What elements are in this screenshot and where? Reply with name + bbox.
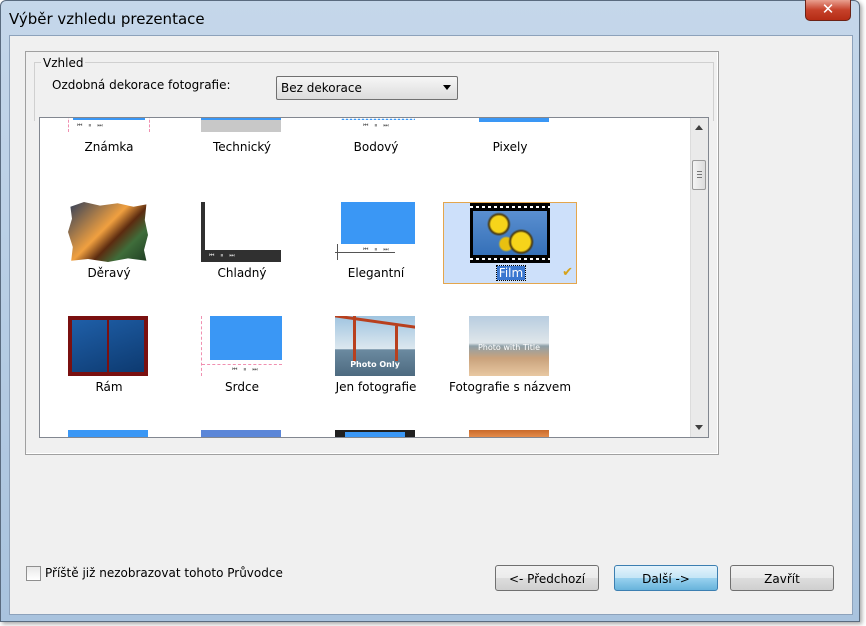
dont-show-again-checkbox[interactable] bbox=[26, 566, 41, 581]
bodovy-thumbnail: ⏮ ⏸ ⏭ bbox=[335, 118, 415, 132]
appearance-panel: Vzhled Ozdobná dekorace fotografie: Bez … bbox=[25, 51, 719, 455]
style-item-deravy[interactable]: Děravý bbox=[42, 202, 176, 284]
style-label: Děravý bbox=[87, 266, 131, 280]
chladny-thumbnail: ⏮ ⏸ ⏭ bbox=[201, 202, 281, 262]
style-item-ram[interactable]: Rám bbox=[42, 316, 176, 398]
gallery-partial-thumbnail bbox=[335, 430, 415, 437]
player-controls: ⏮ ⏸ ⏭ bbox=[363, 246, 391, 253]
style-gallery[interactable]: ⏮ ⏸ ⏭ Známka Technický ⏮ ⏸ ⏭ Bodový Pixe… bbox=[39, 117, 709, 438]
style-label: Bodový bbox=[353, 140, 399, 154]
elegantni-thumbnail: ⏮ ⏸ ⏭ bbox=[335, 202, 415, 262]
style-label: Jen fotografie bbox=[335, 380, 417, 394]
style-item-elegantni[interactable]: ⏮ ⏸ ⏭ Elegantní bbox=[309, 202, 443, 284]
style-label: Elegantní bbox=[347, 266, 405, 280]
player-controls: ⏮ ⏸ ⏭ bbox=[209, 252, 237, 259]
style-item-pixely[interactable]: Pixely bbox=[443, 118, 577, 188]
style-item-technicky[interactable]: Technický bbox=[175, 118, 309, 188]
style-item-fotografie-s-nazvem[interactable]: Photo with Title Fotografie s názvem bbox=[443, 316, 577, 398]
style-label: Chladný bbox=[217, 266, 267, 280]
gallery-partial-thumbnail bbox=[201, 430, 281, 437]
thumbnail-caption: Photo Only bbox=[350, 360, 400, 369]
style-item-srdce[interactable]: ⏮ ⏸ ⏭ Srdce bbox=[175, 316, 309, 398]
style-label: Známka bbox=[84, 140, 134, 154]
next-button[interactable]: Další -> bbox=[614, 565, 718, 591]
title-bar[interactable]: Výběr vzhledu prezentace ✕ bbox=[1, 0, 859, 35]
style-label: Pixely bbox=[492, 140, 528, 154]
dont-show-again-label[interactable]: Příště již nezobrazovat tohoto Průvodce bbox=[45, 566, 283, 580]
gallery-partial-thumbnail bbox=[469, 430, 549, 437]
style-label: Film bbox=[495, 265, 527, 281]
style-label: Fotografie s názvem bbox=[448, 380, 572, 394]
dialog-client: Vzhled Ozdobná dekorace fotografie: Bez … bbox=[9, 35, 853, 615]
chevron-down-icon bbox=[443, 85, 451, 90]
technicky-thumbnail bbox=[201, 118, 281, 132]
ram-thumbnail bbox=[68, 316, 148, 376]
fotografie-s-nazvem-thumbnail: Photo with Title bbox=[469, 316, 549, 376]
gallery-scrollbar[interactable] bbox=[690, 118, 708, 437]
style-item-film[interactable]: Film ✔ bbox=[443, 202, 577, 284]
style-item-bodovy[interactable]: ⏮ ⏸ ⏭ Bodový bbox=[309, 118, 443, 188]
decoration-select[interactable]: Bez dekorace bbox=[276, 76, 458, 100]
player-controls: ⏮ ⏸ ⏭ bbox=[363, 122, 391, 129]
player-controls: ⏮ ⏸ ⏭ bbox=[232, 366, 260, 373]
znamka-thumbnail: ⏮ ⏸ ⏭ bbox=[68, 118, 150, 132]
checkmark-icon: ✔ bbox=[562, 265, 573, 280]
gallery-partial-thumbnail bbox=[68, 430, 148, 437]
style-label: Srdce bbox=[225, 380, 259, 394]
dialog-window: Výběr vzhledu prezentace ✕ Vzhled Ozdobn… bbox=[0, 0, 860, 622]
group-label: Vzhled bbox=[41, 56, 86, 70]
window-title: Výběr vzhledu prezentace bbox=[9, 10, 205, 28]
scroll-up-icon[interactable] bbox=[695, 125, 703, 130]
style-label: Rám bbox=[95, 380, 123, 394]
style-label: Technický bbox=[212, 140, 272, 154]
previous-button[interactable]: <- Předchozí bbox=[495, 565, 599, 591]
close-button[interactable]: Zavřít bbox=[730, 565, 834, 591]
close-window-button[interactable]: ✕ bbox=[805, 0, 851, 21]
player-controls: ⏮ ⏸ ⏭ bbox=[77, 122, 105, 129]
decoration-label: Ozdobná dekorace fotografie: bbox=[52, 78, 231, 92]
decoration-select-value: Bez dekorace bbox=[281, 81, 362, 95]
srdce-thumbnail: ⏮ ⏸ ⏭ bbox=[201, 316, 282, 376]
style-item-jen-fotografie[interactable]: Photo Only Jen fotografie bbox=[309, 316, 443, 398]
style-item-chladny[interactable]: ⏮ ⏸ ⏭ Chladný bbox=[175, 202, 309, 284]
jen-fotografie-thumbnail: Photo Only bbox=[335, 316, 415, 376]
thumbnail-caption: Photo with Title bbox=[477, 343, 541, 352]
film-thumbnail bbox=[470, 203, 550, 263]
scroll-down-icon[interactable] bbox=[695, 425, 703, 430]
scroll-thumb[interactable] bbox=[692, 160, 706, 190]
pixely-thumbnail bbox=[469, 118, 549, 132]
style-item-znamka[interactable]: ⏮ ⏸ ⏭ Známka bbox=[42, 118, 176, 188]
deravy-thumbnail bbox=[68, 202, 148, 262]
